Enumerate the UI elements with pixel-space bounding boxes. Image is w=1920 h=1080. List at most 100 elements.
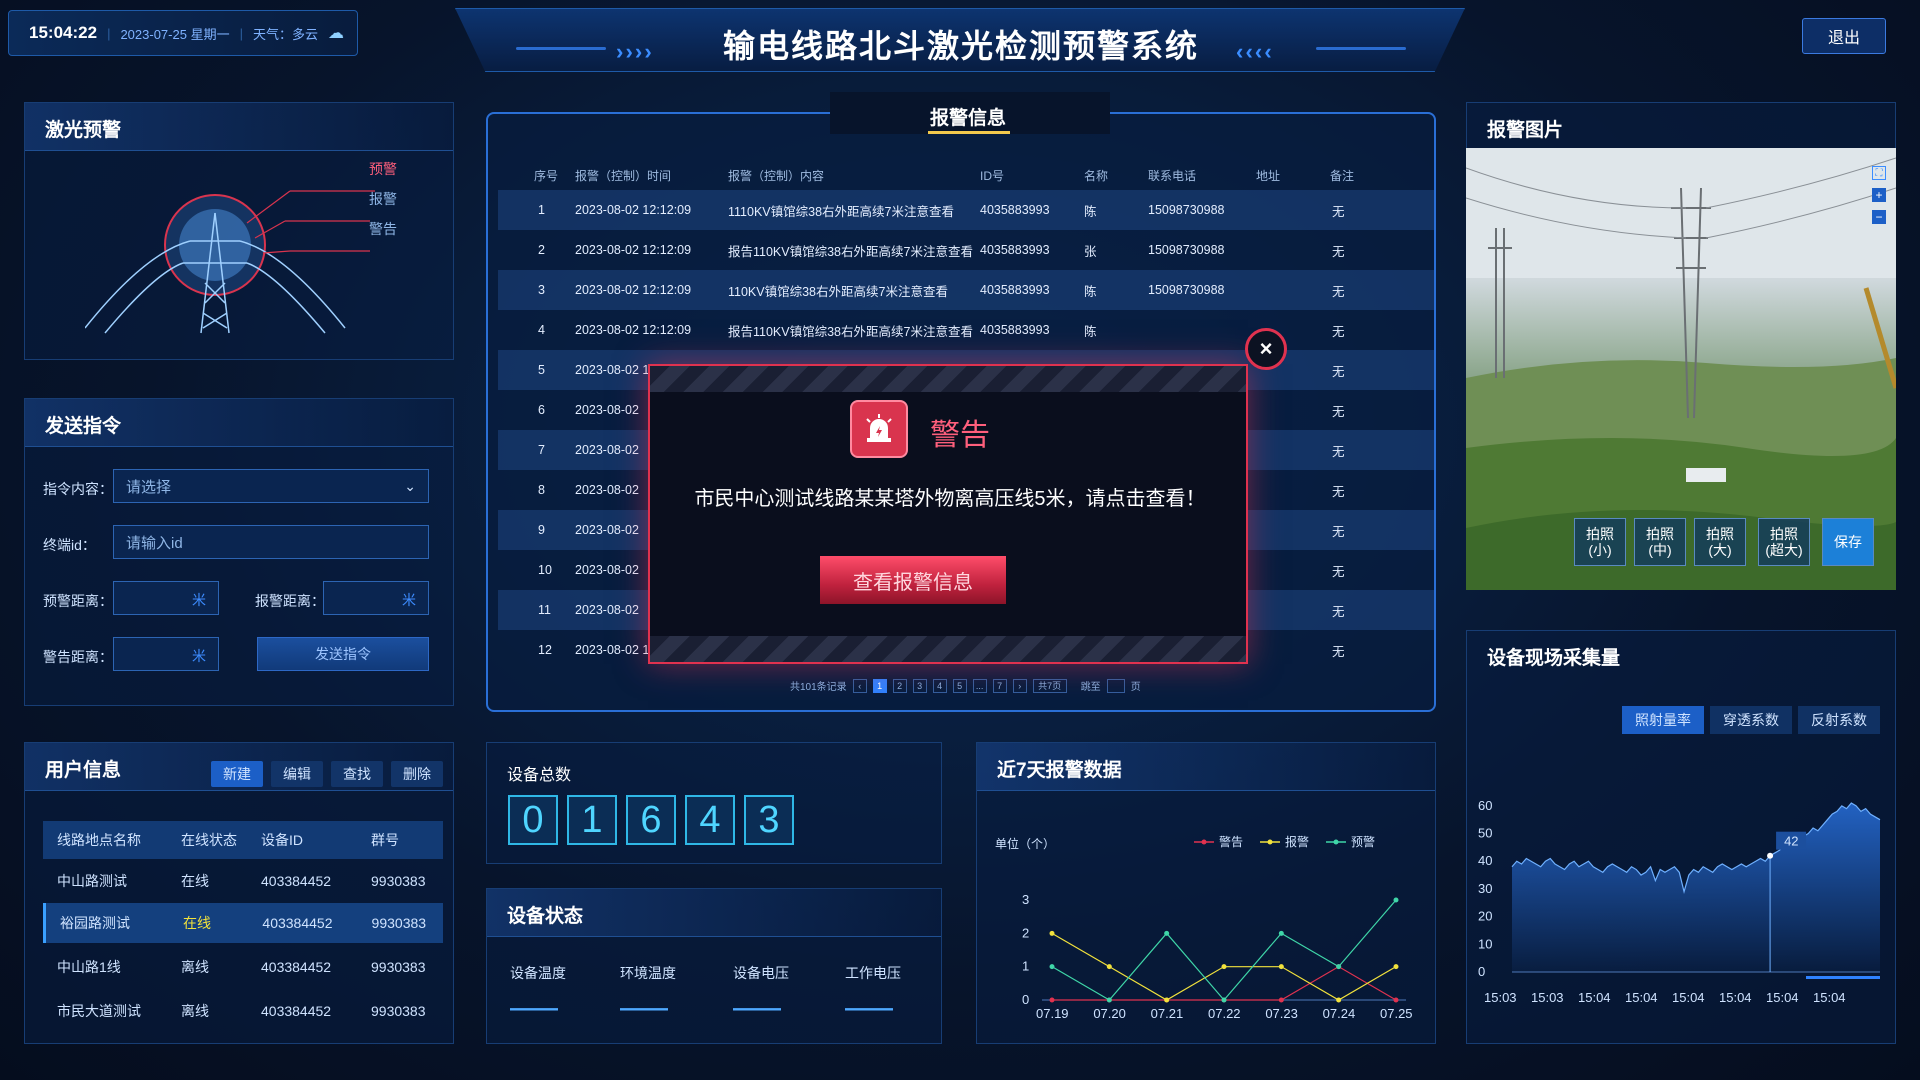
next-page-button[interactable]: › [1012, 678, 1027, 693]
cell-time: 2023-08-02 12:12:09 [575, 283, 692, 297]
zoom-out-icon[interactable]: − [1872, 210, 1886, 224]
table-row[interactable]: 1 2023-08-02 12:12:09 1110KV镇馆综38右外距高续7米注意… [498, 190, 1434, 230]
prev-page-button[interactable]: ‹ [852, 678, 867, 693]
page-button[interactable]: 7 [992, 678, 1007, 693]
cell-no: 5 [538, 363, 545, 377]
device-voltage-label: 设备电压 [733, 965, 789, 981]
work-voltage-value: —— [845, 995, 893, 1022]
cell-note: 无 [1332, 564, 1345, 579]
jump-input[interactable] [1106, 678, 1125, 693]
close-icon[interactable]: × [1245, 328, 1287, 370]
alarm-distance-input[interactable]: 米 [323, 581, 429, 615]
env-temp-label: 环境温度 [620, 965, 676, 981]
legend-label: 预警 [1351, 834, 1375, 849]
cell-note: 无 [1332, 324, 1345, 339]
column-header: 设备ID [261, 832, 303, 848]
tab-penetration-coef[interactable]: 穿透系数 [1710, 706, 1792, 734]
table-row[interactable]: 4 2023-08-02 12:12:09 报告110KV镇馆综38右外距高续7米注… [498, 310, 1434, 350]
page-button[interactable]: 4 [932, 678, 947, 693]
hazard-stripe [650, 366, 1246, 392]
column-header: 备注 [1330, 168, 1355, 183]
select-value: 请选择 [126, 478, 172, 496]
delete-user-button[interactable]: 删除 [391, 761, 443, 787]
zoom-in-icon[interactable]: + [1872, 188, 1886, 202]
legend-prewarn: 预警 [369, 161, 397, 177]
x-tick-label: 07.23 [1265, 1006, 1298, 1021]
scroll-indicator[interactable] [1806, 976, 1880, 979]
page-ellipsis: ... [972, 678, 987, 693]
terminal-id-label: 终端id： [43, 537, 96, 553]
alarm-table-title: 报警信息 [930, 108, 1007, 129]
photo-small-button[interactable]: 拍照 (小) [1574, 518, 1626, 566]
user-table-header: 线路地点名称 在线状态 设备ID 群号 [43, 821, 443, 859]
panel-title: 用户信息 [45, 760, 122, 781]
cell-name: 中山路测试 [57, 873, 127, 889]
y-tick-label: 40 [1478, 853, 1492, 868]
cell-no: 3 [538, 283, 545, 297]
cell-phone: 15098730988 [1148, 203, 1225, 217]
y-tick-label: 50 [1478, 826, 1492, 841]
prewarn-distance-input[interactable]: 米 [113, 581, 219, 615]
table-row[interactable]: 中山路测试 在线 403384452 9930383 [43, 861, 443, 901]
modal-title: 警告 [930, 419, 990, 452]
photo-xlarge-button[interactable]: 拍照 (超大) [1758, 518, 1810, 566]
table-row[interactable]: 中山路1线 离线 403384452 9930383 [43, 947, 443, 987]
column-header: 地址 [1256, 168, 1281, 183]
cloud-icon: ☁ [327, 25, 344, 42]
cell-note: 无 [1332, 484, 1345, 499]
page-button[interactable]: 5 [952, 678, 967, 693]
table-row[interactable]: 2 2023-08-02 12:12:09 报告110KV镇馆综38右外距高续7米注… [498, 230, 1434, 270]
photo-medium-button[interactable]: 拍照 (中) [1634, 518, 1686, 566]
alarm-siren-icon [850, 400, 908, 458]
x-tick-label: 07.20 [1093, 1006, 1126, 1021]
cell-note: 无 [1332, 524, 1345, 539]
cell-time: 2023-08-02 [575, 443, 639, 457]
data-point [1164, 997, 1170, 1003]
cell-name: 中山路1线 [57, 959, 121, 975]
cell-no: 4 [538, 323, 545, 337]
cell-id: 4035883993 [980, 283, 1050, 297]
legend-marker [1333, 839, 1339, 845]
digit: 6 [626, 795, 676, 845]
y-tick-label: 0 [1478, 964, 1485, 979]
expand-icon[interactable]: ⛶ [1872, 166, 1886, 180]
cell-time: 2023-08-02 12:12:09 [575, 203, 692, 217]
x-tick-label: 15:04 [1766, 990, 1799, 1005]
separator: | [107, 25, 111, 41]
tab-reflection-coef[interactable]: 反射系数 [1798, 706, 1880, 734]
find-user-button[interactable]: 查找 [331, 761, 383, 787]
cell-status: 在线 [181, 873, 209, 889]
page-button[interactable]: 1 [872, 678, 887, 693]
send-command-button[interactable]: 发送指令 [257, 637, 429, 671]
new-user-button[interactable]: 新建 [211, 761, 263, 787]
cell-status: 离线 [181, 959, 209, 975]
data-point [1049, 997, 1055, 1003]
view-alarm-button[interactable]: 查看报警信息 [820, 556, 1006, 604]
cell-note: 无 [1332, 644, 1345, 659]
y-tick-label: 30 [1478, 881, 1492, 896]
terminal-id-input[interactable]: 请输入id [113, 525, 429, 559]
chevron-left-icon: ‹ ‹ ‹ ‹ [1236, 39, 1272, 64]
prewarn-distance-label: 预警距离： [43, 593, 113, 609]
warn-distance-input[interactable]: 米 [113, 637, 219, 671]
top-bar: 15:04:22 | 2023-07-25 星期一 | 天气：多云 ☁ › › … [0, 0, 1920, 72]
command-content-select[interactable]: 请选择 ⌄ [113, 469, 429, 503]
work-voltage-label: 工作电压 [845, 965, 901, 981]
photo-large-button[interactable]: 拍照 (大) [1694, 518, 1746, 566]
save-photo-button[interactable]: 保存 [1822, 518, 1874, 566]
page-button[interactable]: 2 [892, 678, 907, 693]
cell-note: 无 [1332, 284, 1345, 299]
logout-button[interactable]: 退出 [1802, 18, 1886, 54]
y-tick-label: 10 [1478, 936, 1492, 951]
warning-modal: 警告 市民中心测试线路某某塔外物离高压线5米，请点击查看！ 查看报警信息 [648, 364, 1248, 664]
tab-irradiation-rate[interactable]: 照射量率 [1622, 706, 1704, 734]
legend-marker [1201, 839, 1207, 845]
table-row-selected[interactable]: 裕园路测试 在线 403384452 9930383 [43, 903, 443, 943]
cell-no: 12 [538, 643, 552, 657]
table-row[interactable]: 市民大道测试 离线 403384452 9930383 [43, 991, 443, 1031]
cell-note: 无 [1332, 364, 1345, 379]
device-temp-value: —— [510, 995, 558, 1022]
table-row[interactable]: 3 2023-08-02 12:12:09 110KV镇馆综38右外距高续7米注意查… [498, 270, 1434, 310]
page-button[interactable]: 3 [912, 678, 927, 693]
edit-user-button[interactable]: 编辑 [271, 761, 323, 787]
